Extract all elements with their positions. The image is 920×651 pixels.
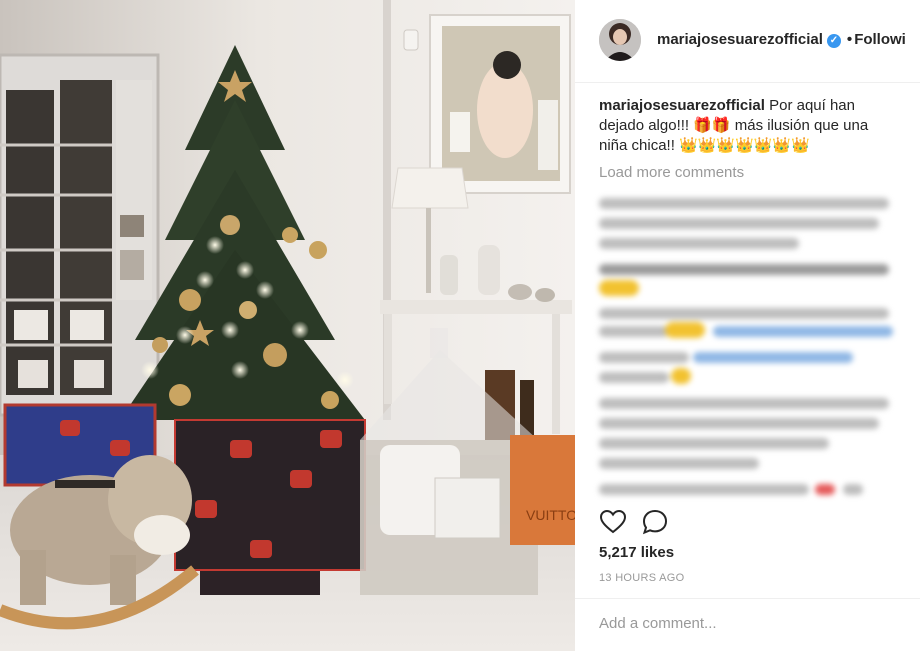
shopping-bag: VUITTO: [510, 435, 575, 545]
header-username-row: mariajosesuarezofficial ✓ • Followi: [657, 31, 906, 48]
separator-dot: •: [846, 31, 853, 48]
wall-painting: [429, 14, 571, 194]
post-photo[interactable]: VUITTO: [0, 0, 575, 651]
heart-icon[interactable]: [599, 508, 627, 536]
avatar[interactable]: [599, 19, 641, 61]
header-username[interactable]: mariajosesuarezofficial: [657, 31, 823, 48]
verified-badge-icon: ✓: [826, 34, 841, 48]
blurred-comments: [593, 190, 903, 508]
comment-input[interactable]: [599, 615, 899, 632]
glass-cabinet: [0, 53, 160, 417]
load-more-comments-link[interactable]: Load more comments: [599, 164, 744, 181]
post-caption: mariajosesuarezofficial Por aquí han dej…: [599, 96, 899, 156]
post-header: mariajosesuarezofficial ✓ • Followi: [575, 0, 920, 83]
caption-username[interactable]: mariajosesuarezofficial: [599, 97, 765, 114]
comment-bubble-icon[interactable]: [641, 508, 669, 536]
post-timestamp[interactable]: 13 HOURS AGO: [599, 572, 685, 584]
add-comment-section: [575, 598, 920, 651]
post-actions: [599, 508, 899, 536]
bag-brand-text: VUITTO: [526, 507, 575, 523]
likes-count[interactable]: 5,217 likes: [599, 544, 674, 561]
instagram-post-view: VUITTO mariajosesuarezofficial ✓ • Follo…: [0, 0, 920, 651]
follow-button[interactable]: Followi: [854, 31, 906, 48]
post-side-panel: mariajosesuarezofficial ✓ • Followi mariajo…: [575, 0, 920, 651]
